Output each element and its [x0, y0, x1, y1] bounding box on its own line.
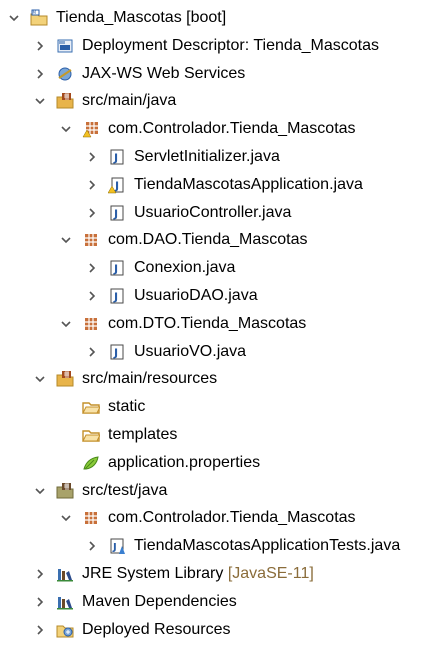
- java-file-icon: J: [108, 343, 126, 361]
- tree-row[interactable]: JAX-WS Web Services: [0, 61, 445, 87]
- chevron-down-icon[interactable]: [60, 318, 72, 330]
- tree-row-label: Deployed Resources: [82, 620, 231, 638]
- tree-row-label: ServletInitializer.java: [134, 148, 280, 165]
- tree-row[interactable]: Deployed Resources: [0, 617, 445, 643]
- tree-row[interactable]: J Conexion.java: [0, 255, 445, 281]
- tree-row-label: com.DTO.Tienda_Mascotas: [108, 314, 307, 332]
- tree-row-label: com.DAO.Tienda_Mascotas: [108, 231, 308, 249]
- tree-row[interactable]: J TiendaMascotasApplicationTests.java: [0, 533, 445, 559]
- chevron-right-icon[interactable]: [34, 596, 46, 608]
- package-icon: [82, 509, 100, 527]
- svg-text:J: J: [113, 291, 118, 304]
- deployed-resources-icon: [56, 621, 74, 639]
- tree-row-label: TiendaMascotasApplicationTests.java: [134, 537, 401, 555]
- web-services-icon: [56, 65, 74, 83]
- project-folder-icon: M: [30, 9, 48, 27]
- source-folder-icon: [56, 92, 74, 110]
- chevron-right-icon[interactable]: [34, 40, 46, 52]
- project-explorer-tree: M Tienda_Mascotas [boot] Deployment Descri…: [0, 0, 445, 648]
- tree-row[interactable]: J UsuarioDAO.java: [0, 283, 445, 309]
- tree-row-label: com.Controlador.Tienda_Mascotas: [108, 509, 356, 527]
- tree-row-decoration: [JavaSE-11]: [223, 565, 314, 582]
- deployment-descriptor-icon: [56, 37, 74, 55]
- chevron-right-icon[interactable]: [34, 568, 46, 580]
- tree-row[interactable]: J ServletInitializer.java: [0, 144, 445, 170]
- tree-row-label: Conexion.java: [134, 259, 236, 277]
- tree-row[interactable]: com.DAO.Tienda_Mascotas: [0, 227, 445, 253]
- tree-row-label: Tienda_Mascotas [boot]: [56, 9, 227, 26]
- svg-text:J: J: [113, 207, 118, 220]
- tree-row-label: UsuarioVO.java: [134, 342, 247, 360]
- tree-row-label: JRE System Library [JavaSE-11]: [82, 565, 314, 582]
- svg-text:J: J: [113, 152, 118, 165]
- tree-row[interactable]: com.Controlador.Tienda_Mascotas: [0, 505, 445, 531]
- tree-row-label: application.properties: [108, 453, 261, 471]
- tree-row[interactable]: JRE System Library [JavaSE-11]: [0, 561, 445, 587]
- tree-row[interactable]: templates: [0, 422, 445, 448]
- tree-row-label: src/main/java: [82, 92, 177, 110]
- java-file-icon: J: [108, 148, 126, 166]
- tree-row-label: JAX-WS Web Services: [82, 64, 246, 82]
- tree-row-label: TiendaMascotasApplication.java: [134, 175, 363, 193]
- chevron-down-icon[interactable]: [60, 234, 72, 246]
- tree-row[interactable]: src/test/java: [0, 478, 445, 504]
- library-icon: [56, 593, 74, 611]
- tree-row[interactable]: J TiendaMascotasApplication.java: [0, 172, 445, 198]
- source-folder-icon: [56, 370, 74, 388]
- tree-row-label: templates: [108, 426, 178, 443]
- chevron-down-icon[interactable]: [34, 95, 46, 107]
- chevron-right-icon[interactable]: [34, 68, 46, 80]
- tree-row[interactable]: Deployment Descriptor: Tienda_Mascotas: [0, 33, 445, 59]
- svg-text:J: J: [113, 346, 118, 359]
- properties-file-icon: [82, 454, 100, 472]
- tree-row[interactable]: application.properties: [0, 450, 445, 476]
- chevron-right-icon[interactable]: [86, 262, 98, 274]
- test-source-folder-icon: [56, 482, 74, 500]
- chevron-down-icon[interactable]: [34, 373, 46, 385]
- tree-row[interactable]: src/main/resources: [0, 366, 445, 392]
- tree-row[interactable]: J UsuarioController.java: [0, 200, 445, 226]
- tree-row-label: Maven Dependencies: [82, 592, 237, 610]
- tree-row[interactable]: com.Controlador.Tienda_Mascotas: [0, 116, 445, 142]
- java-file-icon: J: [108, 259, 126, 277]
- tree-row[interactable]: M Tienda_Mascotas [boot]: [0, 5, 445, 31]
- tree-row-label: UsuarioDAO.java: [134, 287, 258, 304]
- tree-row-label: UsuarioController.java: [134, 203, 292, 221]
- tree-row-label: src/main/resources: [82, 370, 218, 388]
- folder-icon: [82, 426, 100, 444]
- svg-text:M: M: [33, 10, 37, 15]
- chevron-right-icon[interactable]: [86, 540, 98, 552]
- package-warning-icon: [82, 120, 100, 138]
- tree-row[interactable]: com.DTO.Tienda_Mascotas: [0, 311, 445, 337]
- chevron-right-icon[interactable]: [86, 346, 98, 358]
- tree-row-label: src/test/java: [82, 481, 168, 499]
- chevron-down-icon[interactable]: [34, 485, 46, 497]
- tree-row-label: com.Controlador.Tienda_Mascotas: [108, 120, 356, 138]
- tree-row[interactable]: Maven Dependencies: [0, 589, 445, 615]
- java-file-icon: J: [108, 204, 126, 222]
- tree-row-label: Deployment Descriptor: Tienda_Mascotas: [82, 36, 380, 54]
- svg-text:J: J: [112, 542, 117, 553]
- tree-row[interactable]: J UsuarioVO.java: [0, 339, 445, 365]
- folder-icon: [82, 398, 100, 416]
- java-file-warning-icon: J: [108, 176, 126, 194]
- svg-text:J: J: [113, 263, 118, 276]
- package-icon: [82, 315, 100, 333]
- chevron-right-icon[interactable]: [86, 179, 98, 191]
- chevron-right-icon[interactable]: [34, 624, 46, 636]
- tree-row-label: static: [108, 398, 146, 416]
- tree-row[interactable]: static: [0, 394, 445, 420]
- library-icon: [56, 565, 74, 583]
- java-test-file-icon: J: [108, 537, 126, 555]
- chevron-right-icon[interactable]: [86, 207, 98, 219]
- chevron-down-icon[interactable]: [60, 512, 72, 524]
- chevron-down-icon[interactable]: [8, 12, 20, 24]
- chevron-right-icon[interactable]: [86, 290, 98, 302]
- chevron-right-icon[interactable]: [86, 151, 98, 163]
- java-file-icon: J: [108, 287, 126, 305]
- package-icon: [82, 231, 100, 249]
- tree-row[interactable]: src/main/java: [0, 88, 445, 114]
- chevron-down-icon[interactable]: [60, 123, 72, 135]
